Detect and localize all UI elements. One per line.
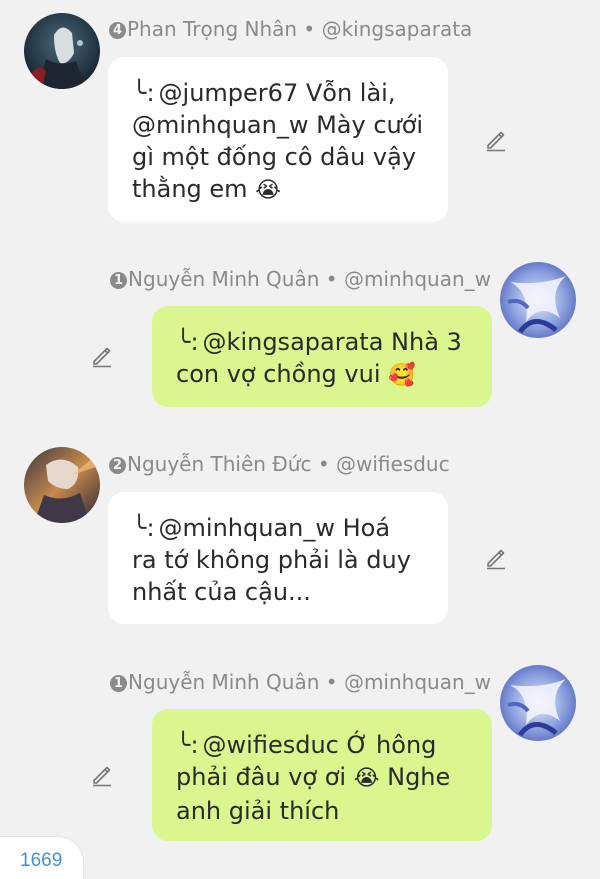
crying-emoji-icon: 😭 (255, 178, 281, 203)
sender-handle[interactable]: @minhquan_w (344, 670, 491, 694)
avatar-nguyen-minh-quan[interactable] (500, 665, 576, 741)
sender-handle[interactable]: @kingsaparata (322, 17, 473, 41)
separator: • (325, 670, 338, 694)
edit-button[interactable] (87, 760, 117, 790)
message-line: phải đâu vợ ơi 😭 Nghe (176, 763, 451, 791)
message-bubble[interactable]: ╰: @wifiesduc Ớ hông phải đâu vợ ơi 😭 Ngh… (152, 709, 492, 841)
sender-name[interactable]: Phan Trọng Nhân (127, 17, 297, 41)
pencil-icon (487, 131, 505, 152)
message-line: ╰: @jumper67 Vỗn lài, (132, 79, 396, 107)
sender-name[interactable]: Nguyễn Minh Quân (128, 670, 319, 694)
reply-arrow-icon: ╰: (132, 79, 155, 107)
pencil-icon (487, 549, 505, 570)
edit-button[interactable] (481, 543, 511, 573)
blue-anime-avatar-icon (500, 262, 576, 338)
message-header: 1 Nguyễn Minh Quân • @minhquan_w (110, 669, 491, 695)
blue-anime-avatar-icon (500, 665, 576, 741)
separator: • (317, 452, 330, 476)
pencil-icon (93, 766, 111, 787)
crying-emoji-icon: 😭 (353, 766, 380, 791)
message-header: 2 Nguyễn Thiên Đức • @wifiesduc (109, 451, 450, 477)
pencil-icon (93, 347, 111, 368)
message-line: anh giải thích (176, 797, 340, 825)
message-header: 4 Phan Trọng Nhân • @kingsaparata (109, 16, 472, 42)
sender-handle[interactable]: @wifiesduc (336, 452, 450, 476)
message-header: 1 Nguyễn Minh Quân • @minhquan_w (110, 266, 491, 292)
rank-badge: 4 (109, 22, 126, 39)
reply-arrow-icon: ╰: (176, 328, 199, 356)
page-counter[interactable]: 1669 (0, 836, 84, 879)
message-line: gì một đống cô dâu vậy (132, 143, 417, 171)
message-line: con vợ chồng vui 🥰 (176, 360, 416, 388)
reply-arrow-icon: ╰: (132, 514, 155, 542)
separator: • (303, 17, 316, 41)
dark-anime-avatar-icon (24, 13, 100, 89)
message-bubble[interactable]: ╰: @kingsaparata Nhà 3 con vợ chồng vui 🥰 (152, 306, 492, 407)
edit-button[interactable] (87, 341, 117, 371)
message-line: @minhquan_w Mày cưới (132, 111, 424, 139)
message-line: ╰: @kingsaparata Nhà 3 (176, 328, 462, 356)
smiling-hearts-emoji-icon: 🥰 (388, 363, 416, 388)
reply-arrow-icon: ╰: (176, 731, 199, 759)
message-bubble[interactable]: ╰: @jumper67 Vỗn lài, @minhquan_w Mày cướ… (108, 57, 448, 222)
sunset-anime-avatar-icon (24, 447, 100, 523)
avatar-nguyen-minh-quan[interactable] (500, 262, 576, 338)
message-line: ra tớ không phải là duy (132, 546, 411, 574)
avatar-nguyen-thien-duc[interactable] (24, 447, 100, 523)
message-line: nhất của cậu... (132, 578, 311, 606)
sender-name[interactable]: Nguyễn Minh Quân (128, 267, 319, 291)
rank-badge: 2 (109, 457, 126, 474)
sender-handle[interactable]: @minhquan_w (344, 267, 491, 291)
separator: • (325, 267, 338, 291)
avatar-phan-trong-nhan[interactable] (24, 13, 100, 89)
rank-badge: 1 (110, 675, 128, 692)
rank-badge: 1 (110, 272, 128, 289)
message-line: thằng em 😭 (132, 175, 281, 203)
edit-button[interactable] (481, 125, 511, 155)
message-line: ╰: @wifiesduc Ớ hông (176, 731, 437, 759)
message-line: ╰: @minhquan_w Hoá (132, 514, 391, 542)
message-bubble[interactable]: ╰: @minhquan_w Hoá ra tớ không phải là du… (108, 492, 448, 624)
sender-name[interactable]: Nguyễn Thiên Đức (127, 452, 311, 476)
